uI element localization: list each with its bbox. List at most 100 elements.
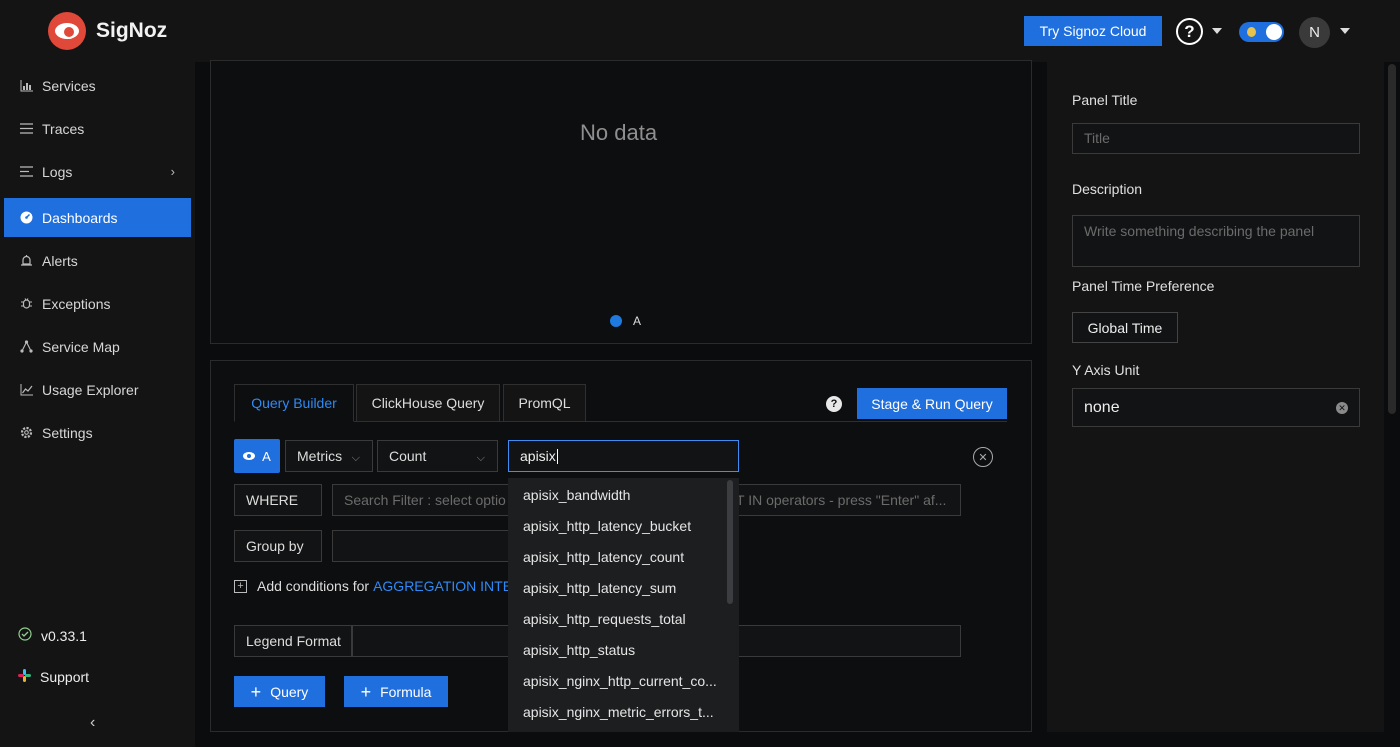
sidebar-item-label: Services xyxy=(42,77,96,94)
y-axis-unit-value: none xyxy=(1084,398,1120,416)
moon-icon xyxy=(1247,27,1256,37)
clear-icon[interactable]: ✕ xyxy=(1336,402,1348,414)
gear-icon xyxy=(19,426,33,440)
global-time-button[interactable]: Global Time xyxy=(1072,312,1178,343)
add-query-label: Query xyxy=(270,683,309,700)
description-label: Description xyxy=(1072,181,1143,197)
metric-option[interactable]: apisix_http_status xyxy=(523,642,728,658)
tab-clickhouse-query[interactable]: ClickHouse Query xyxy=(356,384,500,422)
theme-toggle[interactable] xyxy=(1239,22,1284,42)
sidebar-item-settings[interactable]: Settings xyxy=(4,413,191,452)
data-source-value: Metrics xyxy=(297,448,343,464)
top-bar: SigNoz Try Signoz Cloud ? N xyxy=(0,0,1400,62)
aggregate-operator-select[interactable]: Count ⌵ xyxy=(377,440,498,472)
metric-option[interactable]: apisix_nginx_http_current_co... xyxy=(523,673,728,689)
plus-icon: + xyxy=(250,681,262,702)
try-cloud-button[interactable]: Try Signoz Cloud xyxy=(1024,16,1162,46)
bar-chart-icon xyxy=(19,79,33,93)
add-conditions-text: Add conditions for xyxy=(257,578,370,594)
avatar-chevron-down-icon[interactable] xyxy=(1340,28,1350,34)
add-formula-button[interactable]: + Formula xyxy=(344,676,448,707)
bug-icon xyxy=(19,297,33,311)
group-by-label: Group by xyxy=(234,530,322,562)
sidebar-item-dashboards[interactable]: Dashboards xyxy=(4,198,191,237)
help-chevron-down-icon[interactable] xyxy=(1212,28,1222,34)
chart-legend[interactable]: A xyxy=(610,314,641,328)
metric-option[interactable]: apisix_http_latency_count xyxy=(523,549,728,565)
bell-icon xyxy=(19,254,33,268)
right-panel-scrollbar[interactable] xyxy=(1384,62,1400,747)
stage-run-query-button[interactable]: Stage & Run Query xyxy=(857,388,1007,419)
sidebar-item-logs[interactable]: Logs › xyxy=(4,152,191,191)
eye-icon xyxy=(243,452,256,460)
text-cursor xyxy=(556,448,558,464)
aggregation-interval-link[interactable]: AGGREGATION INTE xyxy=(373,578,512,594)
where-label: WHERE xyxy=(234,484,322,516)
legend-dot xyxy=(610,315,622,327)
time-preference-label: Panel Time Preference xyxy=(1072,278,1215,294)
metric-search-input[interactable]: apisix xyxy=(508,440,739,472)
description-textarea[interactable]: Write something describing the panel xyxy=(1072,215,1360,267)
slack-icon xyxy=(18,669,31,685)
sidebar-item-label: Dashboards xyxy=(42,209,118,226)
support-link[interactable]: Support xyxy=(18,669,89,685)
sidebar-item-exceptions[interactable]: Exceptions xyxy=(4,284,191,323)
query-name: A xyxy=(262,448,271,464)
group-by-input[interactable] xyxy=(332,530,512,562)
data-source-select[interactable]: Metrics ⌵ xyxy=(285,440,373,472)
line-chart-icon xyxy=(19,383,33,397)
add-conditions[interactable]: + Add conditions for AGGREGATION INTE xyxy=(234,578,512,594)
y-axis-unit-label: Y Axis Unit xyxy=(1072,362,1140,378)
signoz-logo-icon xyxy=(48,12,86,50)
sidebar-item-usage-explorer[interactable]: Usage Explorer xyxy=(4,370,191,409)
network-icon xyxy=(19,340,33,354)
tab-promql[interactable]: PromQL xyxy=(503,384,586,422)
query-help-icon[interactable]: ? xyxy=(826,396,842,412)
version-label: v0.33.1 xyxy=(41,627,87,644)
sidebar-item-label: Alerts xyxy=(42,252,78,269)
metric-option[interactable]: apisix_bandwidth xyxy=(523,487,728,503)
sidebar-item-label: Settings xyxy=(42,424,93,441)
metric-option[interactable]: apisix_http_latency_sum xyxy=(523,580,728,596)
query-a-toggle[interactable]: A xyxy=(234,439,280,473)
avatar[interactable]: N xyxy=(1299,17,1330,48)
check-circle-icon xyxy=(18,627,32,644)
chart-panel xyxy=(210,60,1032,344)
chevron-down-icon: ⌵ xyxy=(351,452,360,464)
metric-dropdown: apisix_bandwidth apisix_http_latency_buc… xyxy=(508,478,739,732)
plus-square-icon: + xyxy=(234,579,247,593)
support-label: Support xyxy=(40,669,90,685)
y-axis-unit-select[interactable]: none ✕ xyxy=(1072,388,1360,427)
remove-query-icon[interactable]: ✕ xyxy=(973,447,993,467)
scrollbar-thumb[interactable] xyxy=(1388,64,1396,414)
panel-title-label: Panel Title xyxy=(1072,92,1138,108)
version-info[interactable]: v0.33.1 xyxy=(18,627,87,644)
app-name: SigNoz xyxy=(96,19,168,42)
tab-query-builder[interactable]: Query Builder xyxy=(234,384,354,422)
sidebar-item-services[interactable]: Services xyxy=(4,66,191,105)
add-query-button[interactable]: + Query xyxy=(234,676,325,707)
sidebar-item-traces[interactable]: Traces xyxy=(4,109,191,148)
sidebar: Services Traces Logs › Dashboards Alerts… xyxy=(0,62,195,747)
aggregate-value: Count xyxy=(389,448,427,464)
metric-option[interactable]: apisix_http_requests_total xyxy=(523,611,728,627)
sidebar-item-label: Logs xyxy=(42,163,73,180)
logo[interactable]: SigNoz xyxy=(48,12,167,50)
metric-search-value: apisix xyxy=(520,448,556,464)
dropdown-scrollbar[interactable] xyxy=(727,480,733,604)
panel-title-input[interactable]: Title xyxy=(1072,123,1360,154)
where-placeholder-tail: T IN operators - press "Enter" af... xyxy=(736,492,947,508)
plus-icon: + xyxy=(360,681,372,702)
metric-option[interactable]: apisix_nginx_metric_errors_t... xyxy=(523,704,728,720)
toggle-knob xyxy=(1266,24,1282,40)
menu-icon xyxy=(19,122,33,136)
metric-option[interactable]: apisix_http_latency_bucket xyxy=(523,518,728,534)
add-formula-label: Formula xyxy=(380,683,432,700)
chevron-right-icon: › xyxy=(170,164,175,179)
where-placeholder: Search Filter : select optio xyxy=(344,492,506,508)
help-icon[interactable]: ? xyxy=(1176,18,1203,45)
collapse-sidebar-icon[interactable]: ‹ xyxy=(90,714,95,732)
sidebar-item-alerts[interactable]: Alerts xyxy=(4,241,191,280)
sidebar-item-service-map[interactable]: Service Map xyxy=(4,327,191,366)
no-data-text: No data xyxy=(580,120,658,145)
